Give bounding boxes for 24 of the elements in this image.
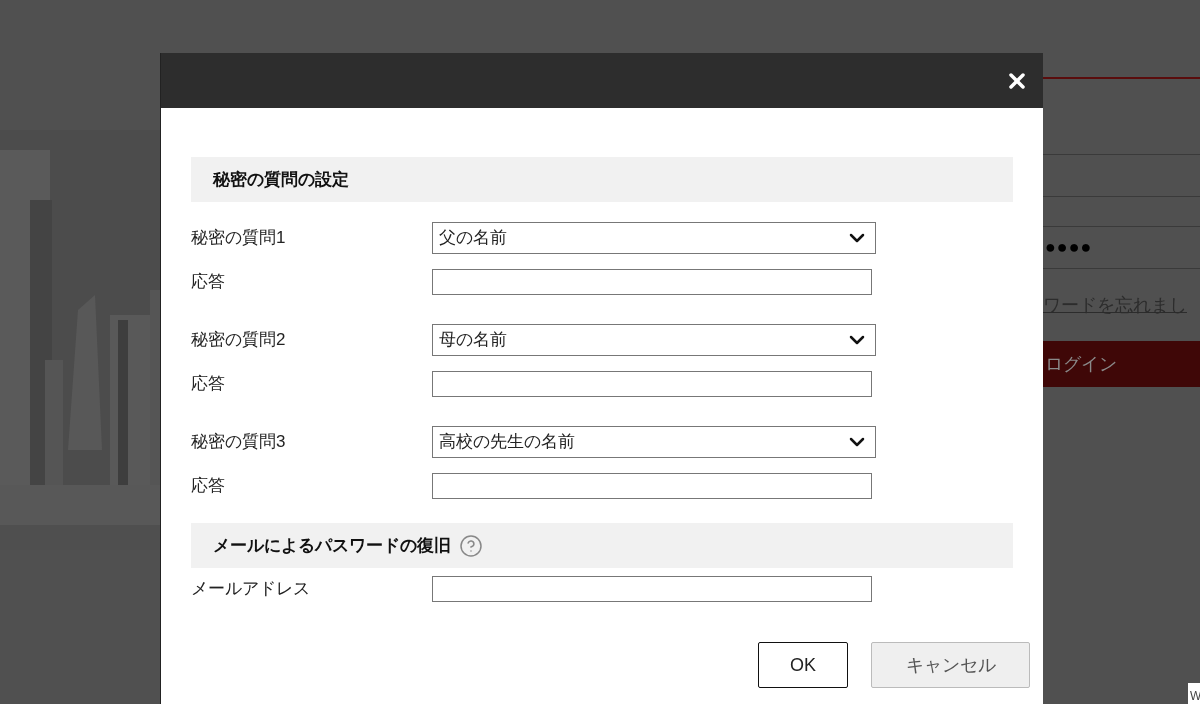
question-label: 秘密の質問1 xyxy=(191,227,287,250)
cancel-button[interactable]: キャンセル xyxy=(871,642,1030,688)
login-button[interactable]: ログイン xyxy=(1043,341,1200,387)
select-value: 母の名前 xyxy=(439,329,507,352)
select-field[interactable]: 母の名前 xyxy=(432,324,876,356)
section-title: メールによるパスワードの復旧 xyxy=(213,534,451,557)
input-field[interactable] xyxy=(432,576,872,602)
section-title: 秘密の質問の設定 xyxy=(213,168,349,191)
select-value: 高校の先生の名前 xyxy=(439,431,575,454)
answer-label: 応答 xyxy=(191,475,226,498)
question-label: 秘密の質問2 xyxy=(191,329,287,352)
select-field[interactable]: 父の名前 xyxy=(432,222,876,254)
help-icon[interactable] xyxy=(459,533,483,558)
input-field[interactable] xyxy=(432,269,872,295)
input-field[interactable] xyxy=(432,371,872,397)
input-field[interactable] xyxy=(432,473,872,499)
select-value: 父の名前 xyxy=(439,227,507,250)
select-field[interactable]: 高校の先生の名前 xyxy=(432,426,876,458)
ok-button[interactable]: OK xyxy=(758,642,848,688)
field-label: メールアドレス xyxy=(191,578,311,601)
answer-label: 応答 xyxy=(191,373,226,396)
answer-label: 応答 xyxy=(191,271,226,294)
password-mask: ●●●● xyxy=(1045,236,1093,259)
question-label: 秘密の質問3 xyxy=(191,431,287,454)
